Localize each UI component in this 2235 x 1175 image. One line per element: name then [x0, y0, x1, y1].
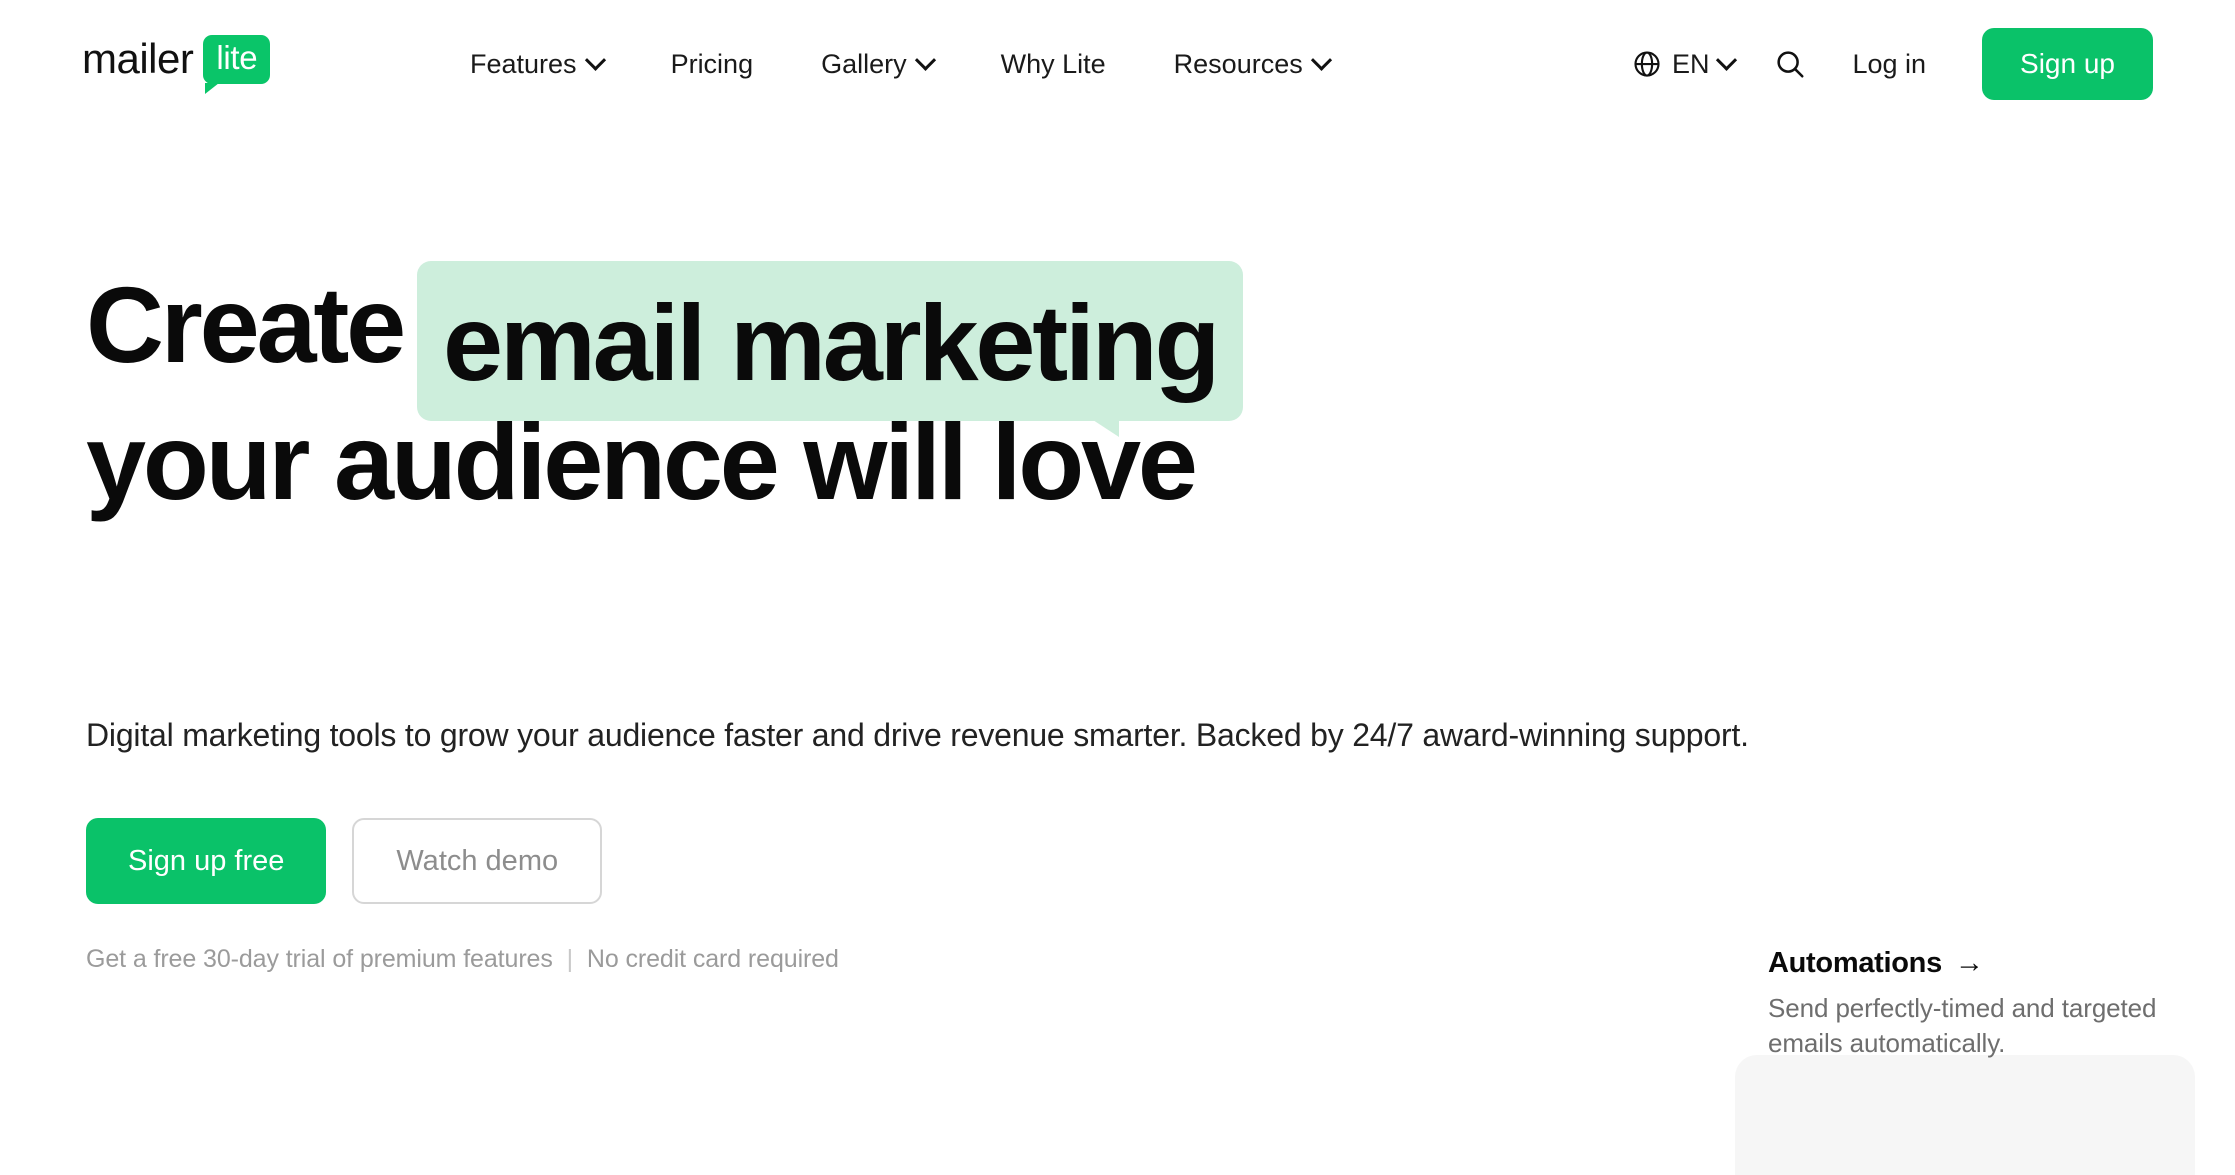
feature-panel-background — [1735, 1055, 2195, 1175]
primary-navigation: Features Pricing Gallery Why Lite Resour… — [470, 0, 1363, 128]
nav-item-label: Gallery — [821, 48, 907, 79]
site-header: mailer lite Features Pricing Gallery Why… — [0, 0, 2235, 128]
signup-free-button[interactable]: Sign up free — [86, 818, 327, 904]
login-link[interactable]: Log in — [1818, 50, 1960, 78]
headline-line-1: Create email marketing — [86, 261, 1244, 437]
brand-logo[interactable]: mailer lite — [82, 35, 271, 94]
language-selector[interactable]: EN — [1632, 49, 1763, 79]
trial-note: Get a free 30-day trial of premium featu… — [86, 945, 839, 974]
feature-card-automations[interactable]: Automations → Send perfectly-timed and t… — [1768, 946, 2235, 1061]
brand-word: mailer — [82, 35, 194, 83]
nav-item-gallery[interactable]: Gallery — [787, 48, 967, 79]
chevron-down-icon — [1716, 49, 1738, 71]
page-title: Create email marketing your audience will… — [86, 261, 1244, 547]
header-actions: EN Log in Sign up — [1632, 0, 2153, 128]
trial-note-right: No credit card required — [586, 945, 839, 973]
chevron-down-icon — [584, 49, 606, 71]
headline-highlight-text: email marketing — [442, 282, 1221, 403]
nav-item-features[interactable]: Features — [470, 48, 637, 79]
hero-cta-group: Sign up free Watch demo — [86, 818, 603, 904]
headline-line-2: your audience will love — [86, 401, 1198, 522]
signup-button[interactable]: Sign up — [1982, 28, 2153, 100]
nav-item-label: Features — [470, 48, 577, 79]
brand-badge-label: lite — [216, 39, 258, 76]
chevron-down-icon — [914, 49, 936, 71]
globe-icon — [1634, 51, 1660, 77]
brand-badge-bubble: lite — [203, 35, 271, 94]
nav-item-label: Pricing — [670, 48, 754, 79]
feature-card-description: Send perfectly-timed and targeted emails… — [1768, 992, 2157, 1058]
search-button[interactable] — [1762, 36, 1818, 92]
trial-note-separator: | — [566, 945, 574, 973]
arrow-right-icon: → — [1954, 946, 1984, 979]
chevron-down-icon — [1310, 49, 1332, 71]
watch-demo-button[interactable]: Watch demo — [352, 818, 603, 904]
nav-item-label: Why Lite — [1000, 48, 1106, 79]
feature-card-title-row[interactable]: Automations → — [1768, 946, 2235, 981]
nav-item-pricing[interactable]: Pricing — [637, 48, 788, 79]
headline-highlight-bubble: email marketing — [416, 261, 1244, 437]
nav-item-resources[interactable]: Resources — [1140, 48, 1363, 79]
trial-note-left: Get a free 30-day trial of premium featu… — [86, 945, 553, 973]
nav-item-why-lite[interactable]: Why Lite — [967, 48, 1140, 79]
feature-card-title: Automations — [1768, 947, 1942, 979]
headline-text-part1: Create — [86, 264, 406, 385]
search-icon — [1777, 51, 1804, 78]
language-code: EN — [1671, 48, 1710, 79]
hero-subheading: Digital marketing tools to grow your aud… — [86, 717, 1749, 753]
nav-item-label: Resources — [1173, 48, 1303, 79]
